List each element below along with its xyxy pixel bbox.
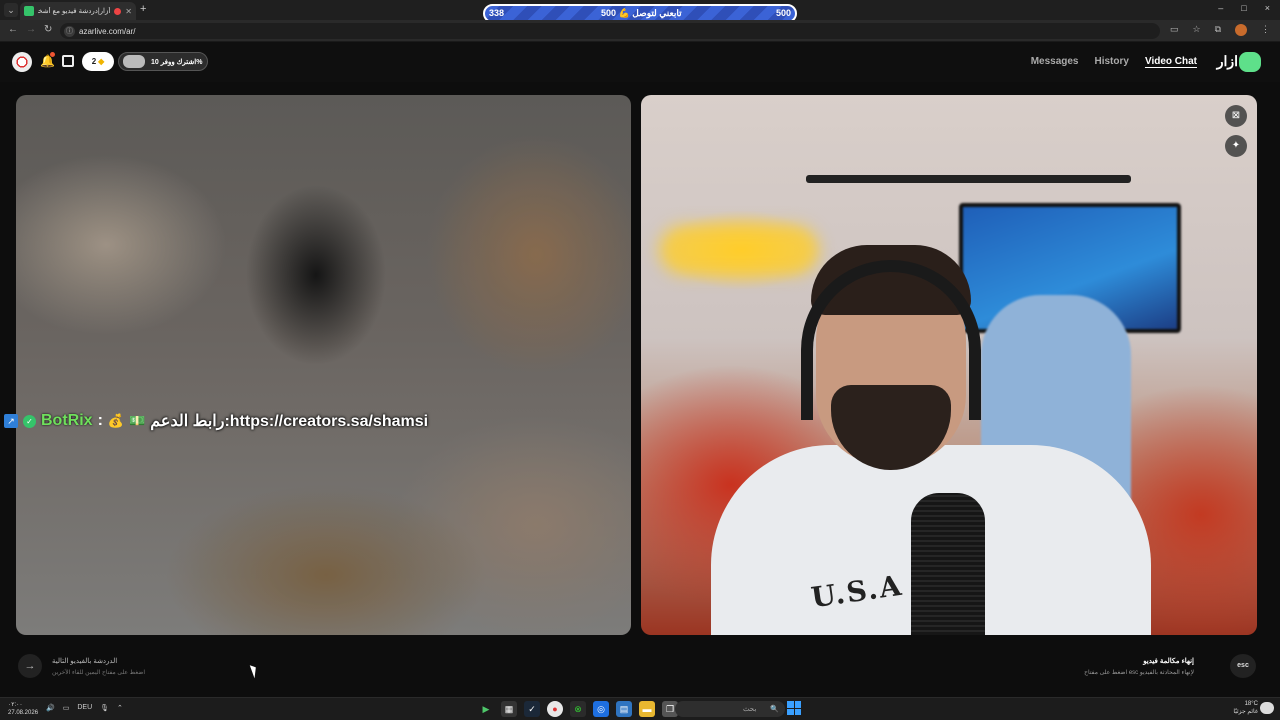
platform-icon: ↗ — [4, 414, 18, 428]
next-chat-hint: اضغط على مفتاح اليمين للقاء الآخرين — [52, 670, 146, 676]
clock-date: 27.08.2026 — [8, 710, 39, 716]
crown-icon — [123, 55, 145, 68]
close-window-button[interactable]: × — [1265, 3, 1270, 13]
inbox-icon[interactable] — [62, 55, 74, 67]
subscribe-button[interactable]: اشترك ووفر 10% — [118, 52, 208, 71]
back-icon[interactable]: ← — [8, 24, 18, 35]
tab-search-icon[interactable]: ⌄ — [4, 3, 18, 17]
next-chat-button[interactable]: → — [18, 654, 42, 678]
network-icon[interactable]: ▭ — [63, 704, 70, 712]
clock-time: ٠٢:٠٠ — [8, 702, 23, 708]
mouse-cursor-icon — [249, 663, 260, 679]
reload-icon[interactable]: ↻ — [44, 24, 52, 35]
neon-sign — [659, 225, 819, 275]
stream-chat-overlay: ↗ ✓ BotRix : 💰 💵 رابط الدعم:https://crea… — [4, 410, 428, 432]
logo-text[interactable]: ازار — [1217, 53, 1238, 70]
gem-icon: ◆ — [98, 57, 105, 66]
nav-messages[interactable]: Messages — [1031, 56, 1079, 67]
microphone — [911, 493, 985, 635]
chat-colon: : — [97, 412, 103, 429]
language-indicator[interactable]: DEU — [77, 704, 92, 712]
goal-target: 500 — [775, 8, 791, 18]
window-controls: – □ × — [1218, 3, 1270, 13]
browser-tab[interactable]: أزار|دردشة فيديو مع أشخاص ✕ — [20, 2, 136, 20]
xbox-icon[interactable]: ⊗ — [570, 701, 586, 717]
browser-menu-icon[interactable]: ⋮ — [1261, 24, 1270, 36]
tab-close-icon[interactable]: ✕ — [125, 7, 132, 16]
shelf — [806, 175, 1131, 183]
taskbar: ٠٢:٠٠ 27.08.2026 🔊 ▭ DEU 🎙 ⌃ ▶ ▦ ✓ ● ⊗ ◎… — [0, 697, 1280, 720]
end-call-hint: اضغط على مفتاح esc لإنهاء المحادثة بالفي… — [1084, 670, 1194, 676]
weather-desc: غائم جزئيًا — [1233, 709, 1258, 715]
tab-title: أزار|دردشة فيديو مع أشخاص — [38, 8, 111, 15]
next-chat-title: الدردشة بالفيديو التالية — [52, 658, 118, 665]
site-info-icon[interactable]: ⓘ — [64, 25, 75, 37]
taskbar-apps: ▶ ▦ ✓ ● ⊗ ◎ ▤ ▬ ❐ — [478, 701, 678, 717]
media-player-icon[interactable]: ▶ — [478, 701, 494, 717]
extensions-icon[interactable]: ⧉ — [1215, 24, 1221, 36]
cloud-icon — [1260, 702, 1274, 714]
end-call-button[interactable]: esc — [1230, 654, 1256, 678]
volume-icon[interactable]: 🔊 — [46, 704, 55, 712]
effects-wand-icon[interactable]: ✦ — [1225, 135, 1247, 157]
end-call-title: إنهاء مكالمة فيديو — [1143, 658, 1194, 665]
verified-icon: ✓ — [23, 414, 36, 428]
recording-icon — [114, 7, 122, 15]
tray-chevron-icon[interactable]: ⌃ — [117, 704, 123, 712]
money-bag-icon: 💰 — [107, 413, 125, 428]
partner-video — [16, 95, 631, 635]
profile-avatar[interactable] — [1235, 24, 1247, 36]
bookmark-star-icon[interactable]: ☆ — [1192, 24, 1200, 36]
url-text: azarlive.com/ar/ — [79, 26, 136, 36]
clock[interactable]: ٠٢:٠٠ 27.08.2026 — [8, 701, 38, 717]
nav-history[interactable]: History — [1095, 56, 1129, 67]
money-icon: 💵 — [129, 413, 146, 428]
forward-icon[interactable]: → — [26, 24, 36, 35]
address-bar[interactable]: ⓘ azarlive.com/ar/ — [60, 23, 1160, 39]
weather-widget[interactable]: 18°C غائم جزئيًا — [1233, 700, 1258, 716]
app-header: 🔔 2 ◆ اشترك ووفر 10% Messages History Vi… — [0, 42, 1280, 82]
search-icon: 🔍 — [770, 706, 779, 713]
steam-icon[interactable]: ✓ — [524, 701, 540, 717]
start-windows-icon[interactable] — [787, 701, 801, 715]
cast-icon[interactable]: ▭ — [1170, 24, 1179, 36]
chrome-icon[interactable]: ● — [547, 701, 563, 717]
azar-favicon-icon — [24, 6, 34, 16]
store-icon[interactable]: ▤ — [616, 701, 632, 717]
chat-message: رابط الدعم:https://creators.sa/shamsi — [150, 413, 429, 430]
chat-username: BotRix — [41, 412, 93, 429]
taskbar-search[interactable]: بحث 🔍 — [675, 701, 785, 717]
user-avatar[interactable] — [12, 52, 32, 72]
nav-video-chat[interactable]: Video Chat — [1145, 56, 1197, 67]
maximize-button[interactable]: □ — [1241, 3, 1246, 13]
gem-count: 2 — [91, 57, 97, 66]
main-nav: Messages History Video Chat — [1031, 56, 1197, 67]
minimize-button[interactable]: – — [1218, 3, 1223, 13]
new-tab-icon[interactable]: + — [140, 3, 146, 15]
browser-toolbar-right: ▭ ☆ ⧉ ⋮ — [1170, 24, 1270, 36]
address-row: ← → ↻ ⓘ azarlive.com/ar/ ▭ ☆ ⧉ ⋮ — [0, 20, 1280, 42]
azar-logo-icon[interactable] — [1239, 52, 1261, 72]
app-blue-icon[interactable]: ◎ — [593, 701, 609, 717]
goal-label: تابعني لتوصل 💪 500 — [601, 8, 682, 18]
gem-balance-button[interactable]: 2 ◆ — [82, 52, 114, 71]
goal-current: 338 — [489, 8, 505, 18]
search-placeholder: بحث — [742, 706, 757, 713]
system-tray: 🔊 ▭ DEU 🎙 ⌃ — [46, 704, 123, 712]
mic-icon[interactable]: 🎙 — [100, 704, 109, 712]
temperature: 18°C — [1244, 701, 1258, 707]
minimize-video-icon[interactable]: ⊠ — [1225, 105, 1247, 127]
notification-dot — [50, 52, 55, 57]
explorer-icon[interactable]: ▬ — [639, 701, 655, 717]
self-video: U.S.A ⊠ ✦ — [641, 95, 1257, 635]
subscribe-label: اشترك ووفر 10% — [151, 58, 203, 66]
app-grid-icon[interactable]: ▦ — [501, 701, 517, 717]
